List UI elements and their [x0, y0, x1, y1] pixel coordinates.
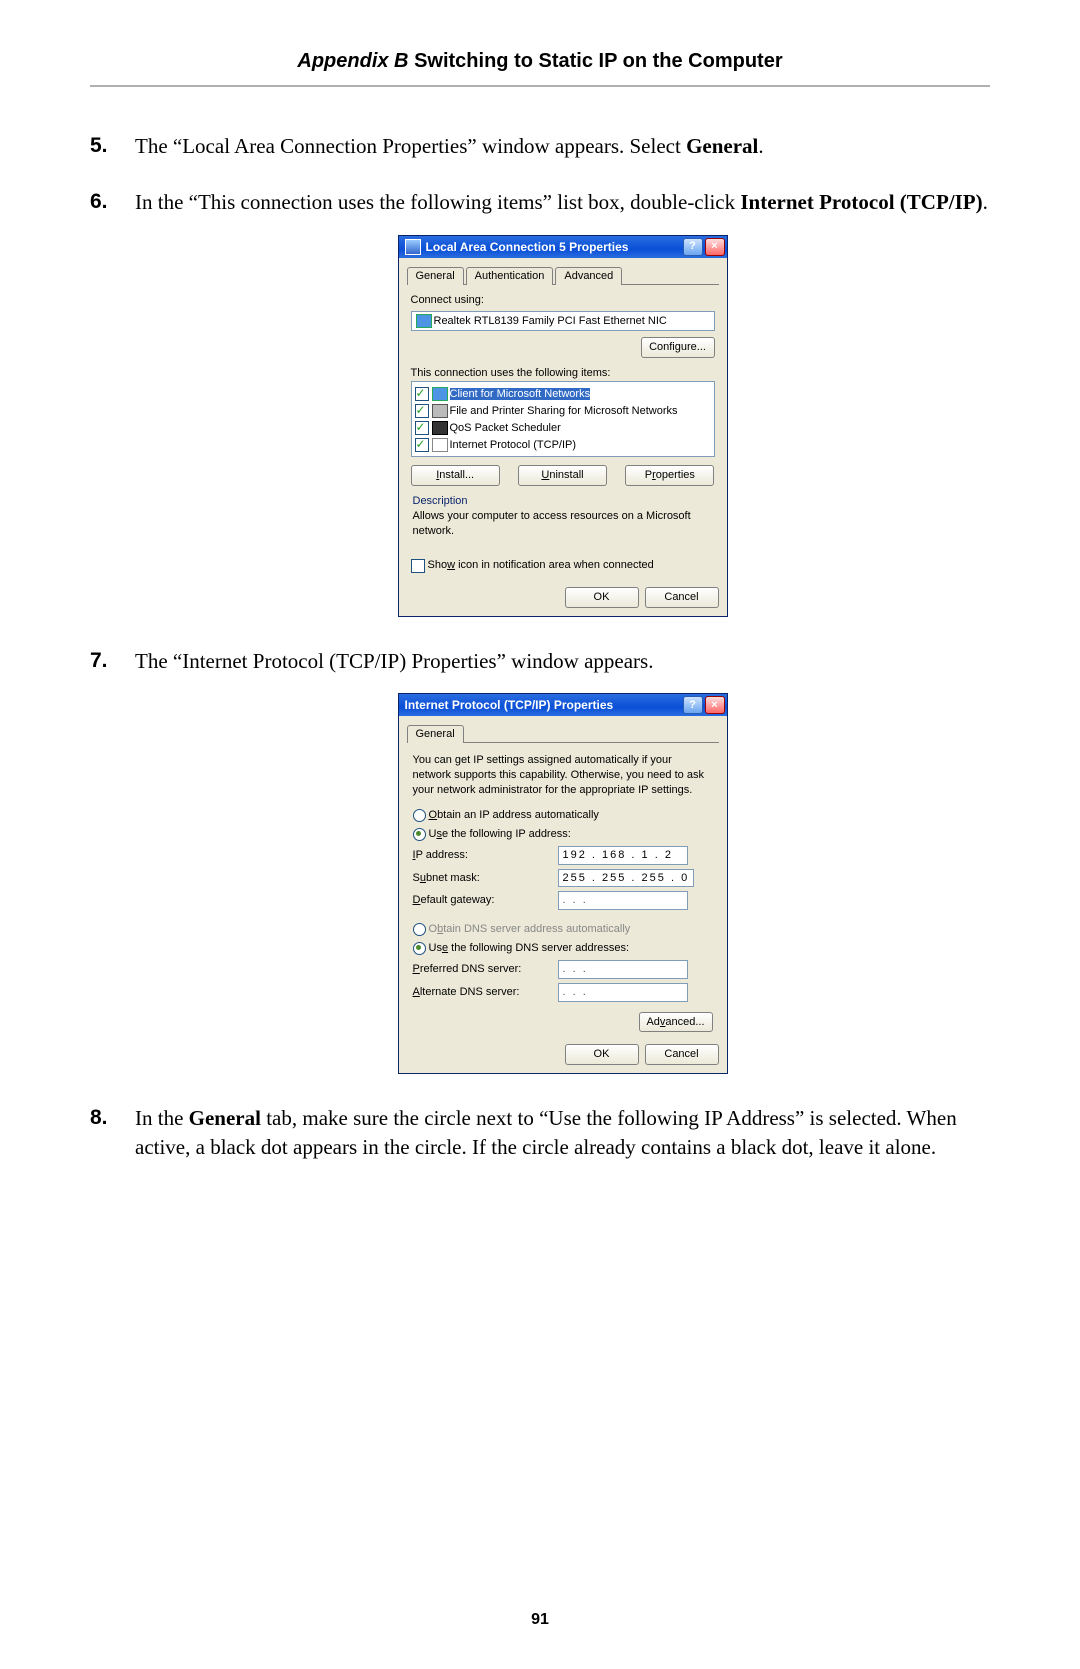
connect-using-label: Connect using:	[411, 293, 715, 308]
uninstall-button[interactable]: Uninstall	[518, 465, 607, 486]
checkbox-icon[interactable]	[415, 421, 429, 435]
cancel-button[interactable]: Cancel	[645, 587, 719, 608]
step-8: 8. In the General tab, make sure the cir…	[90, 1104, 990, 1161]
appendix-label: Appendix B	[297, 50, 408, 72]
instruction-list: 5. The “Local Area Connection Properties…	[90, 132, 990, 1161]
mask-input[interactable]: 255 . 255 . 255 . 0	[558, 869, 695, 888]
install-button[interactable]: IInstall...nstall...	[411, 465, 500, 486]
tab-general[interactable]: General	[407, 725, 464, 743]
step-6: 6. In the “This connection uses the foll…	[90, 188, 990, 617]
step-text: The “Internet Protocol (TCP/IP) Properti…	[135, 649, 653, 673]
step-number: 7.	[90, 647, 108, 675]
configure-button[interactable]: Configure...	[641, 337, 715, 358]
appendix-title: Switching to Static IP on the Computer	[409, 50, 783, 72]
window-title: Internet Protocol (TCP/IP) Properties	[405, 697, 614, 713]
show-icon-checkbox[interactable]	[411, 559, 425, 573]
checkbox-icon[interactable]	[415, 387, 429, 401]
checkbox-icon[interactable]	[415, 404, 429, 418]
window-icon	[405, 239, 421, 255]
mask-label: Subnet mask:	[413, 871, 558, 886]
step-text: In the General tab, make sure the circle…	[135, 1106, 957, 1158]
titlebar[interactable]: Internet Protocol (TCP/IP) Properties ? …	[399, 694, 727, 716]
help-button[interactable]: ?	[683, 238, 703, 256]
radio-label: Obtain DNS server address automatically	[429, 922, 631, 937]
close-button[interactable]: ×	[705, 696, 725, 714]
dns2-label: Alternate DNS server:	[413, 985, 558, 1000]
list-item[interactable]: QoS Packet Scheduler	[450, 422, 561, 434]
radio-static-dns[interactable]	[413, 942, 426, 955]
nic-icon	[416, 314, 432, 328]
dns2-input[interactable]: . . .	[558, 983, 688, 1002]
qos-icon	[432, 421, 448, 435]
dialog-tcpip-properties: Internet Protocol (TCP/IP) Properties ? …	[398, 693, 728, 1074]
show-icon-label: Show icon in notification area when conn…	[428, 559, 654, 571]
step-number: 5.	[90, 132, 108, 160]
client-icon	[432, 387, 448, 401]
close-button[interactable]: ×	[705, 238, 725, 256]
step-text: In the “This connection uses the followi…	[135, 190, 988, 214]
radio-static-ip[interactable]	[413, 828, 426, 841]
cancel-button[interactable]: Cancel	[645, 1044, 719, 1065]
tab-general[interactable]: General	[407, 267, 464, 285]
step-number: 8.	[90, 1104, 108, 1132]
ip-input[interactable]: 192 . 168 . 1 . 2	[558, 846, 688, 865]
step-number: 6.	[90, 188, 108, 216]
page-header: Appendix B Switching to Static IP on the…	[90, 50, 990, 73]
ip-label: IP address:	[413, 848, 558, 863]
items-label: This connection uses the following items…	[411, 366, 715, 381]
dns1-label: Preferred DNS server:	[413, 962, 558, 977]
description-heading: Description	[413, 494, 713, 509]
ok-button[interactable]: OK	[565, 1044, 639, 1065]
gateway-label: Default gateway:	[413, 893, 558, 908]
step-text: The “Local Area Connection Properties” w…	[135, 134, 764, 158]
tcpip-icon	[432, 438, 448, 452]
checkbox-icon[interactable]	[415, 438, 429, 452]
tab-strip: General Authentication Advanced	[407, 266, 719, 285]
document-page: Appendix B Switching to Static IP on the…	[0, 0, 1080, 1669]
ok-button[interactable]: OK	[565, 587, 639, 608]
list-item[interactable]: Client for Microsoft Networks	[450, 388, 591, 400]
header-divider	[90, 85, 990, 87]
tab-strip: General	[407, 724, 719, 743]
step-5: 5. The “Local Area Connection Properties…	[90, 132, 990, 160]
help-button[interactable]: ?	[683, 696, 703, 714]
dialog-lan-properties: Local Area Connection 5 Properties ? × G…	[398, 235, 728, 617]
items-listbox[interactable]: Client for Microsoft Networks File and P…	[411, 381, 715, 457]
description-text: Allows your computer to access resources…	[413, 509, 713, 539]
window-title: Local Area Connection 5 Properties	[426, 239, 629, 255]
list-item[interactable]: File and Printer Sharing for Microsoft N…	[450, 405, 678, 417]
radio-auto-ip[interactable]	[413, 809, 426, 822]
dns1-input[interactable]: . . .	[558, 960, 688, 979]
step-7: 7. The “Internet Protocol (TCP/IP) Prope…	[90, 647, 990, 1074]
tab-advanced[interactable]: Advanced	[555, 267, 622, 285]
radio-label: Use the following IP address:	[429, 827, 571, 842]
radio-auto-dns	[413, 923, 426, 936]
adapter-field: Realtek RTL8139 Family PCI Fast Ethernet…	[411, 311, 715, 332]
share-icon	[432, 404, 448, 418]
radio-label: Use the following DNS server addresses:	[429, 941, 630, 956]
gateway-input[interactable]: . . .	[558, 891, 688, 910]
tab-authentication[interactable]: Authentication	[466, 267, 554, 285]
properties-button[interactable]: Properties	[625, 465, 714, 486]
radio-label: Obtain an IP address automatically	[429, 808, 599, 823]
page-number: 91	[0, 1611, 1080, 1629]
blurb-text: You can get IP settings assigned automat…	[413, 753, 713, 798]
list-item[interactable]: Internet Protocol (TCP/IP)	[450, 439, 577, 451]
titlebar[interactable]: Local Area Connection 5 Properties ? ×	[399, 236, 727, 258]
advanced-button[interactable]: Advanced...	[639, 1012, 713, 1033]
